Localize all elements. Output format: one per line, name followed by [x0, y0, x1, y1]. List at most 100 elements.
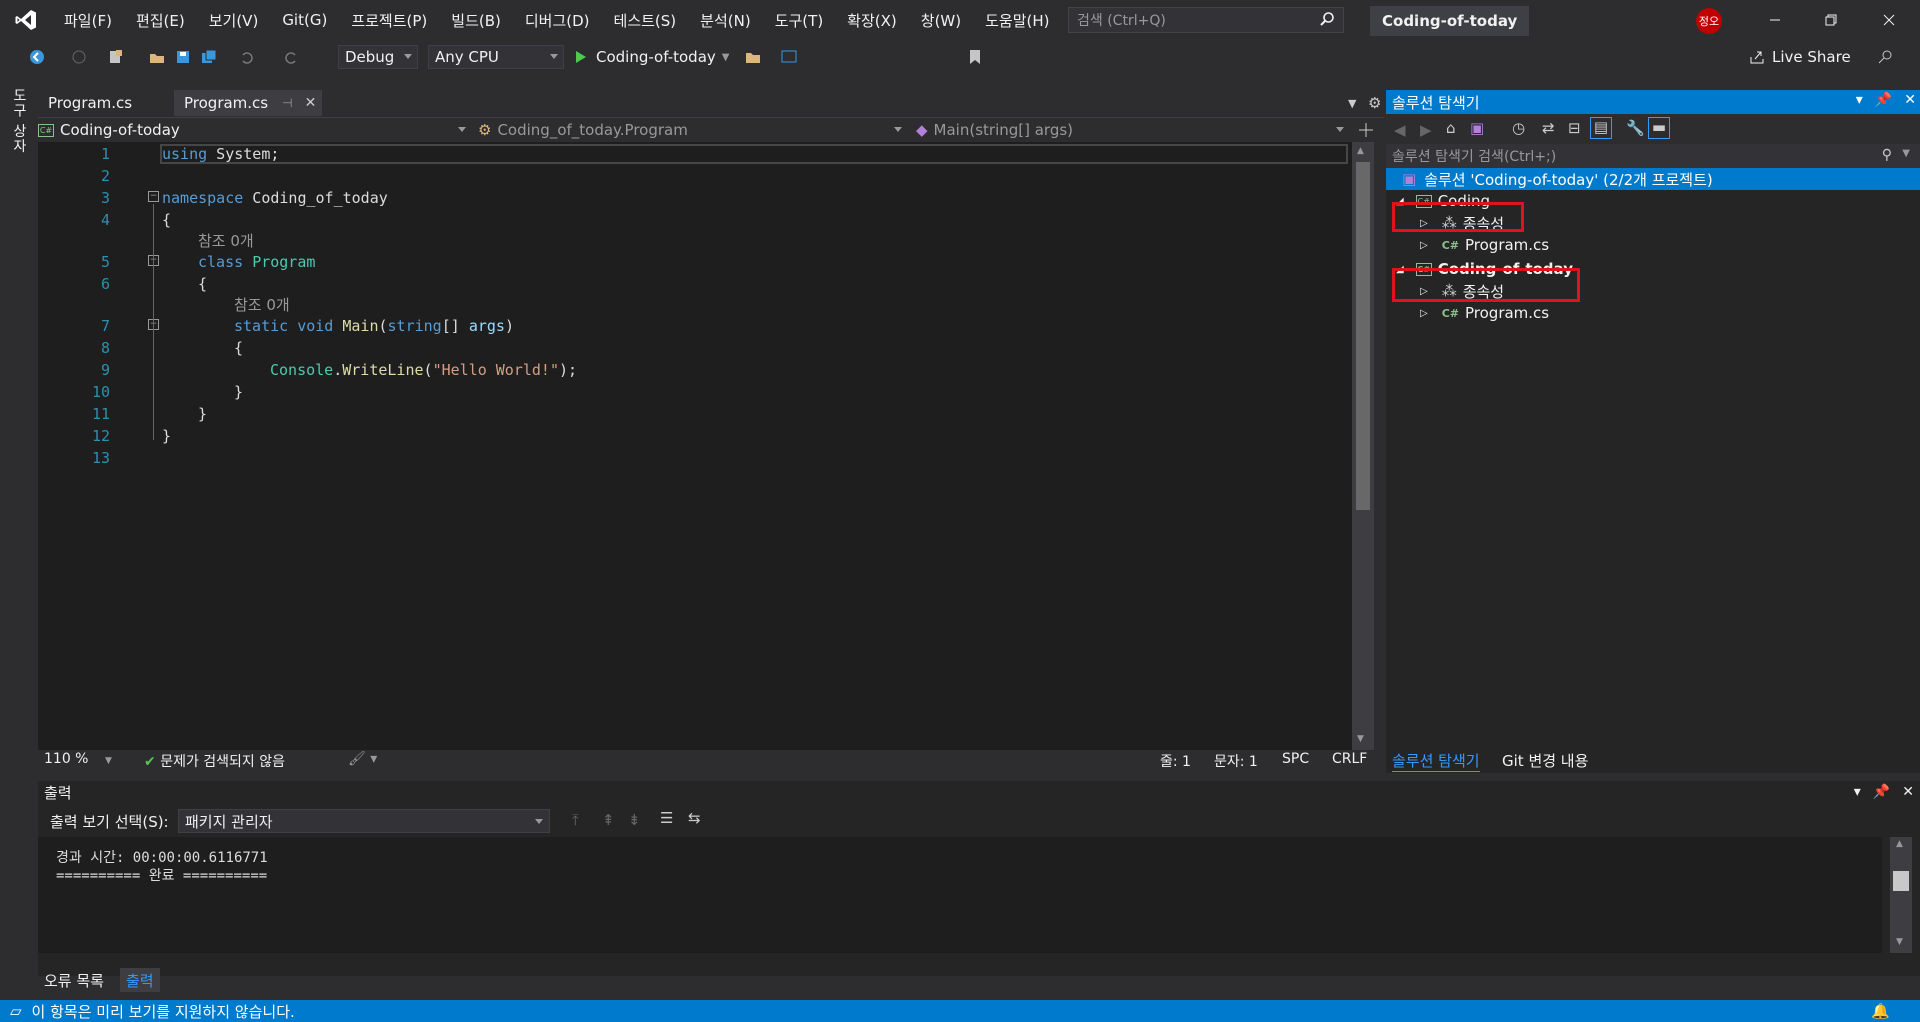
window-menu-icon[interactable]: ▾	[1854, 784, 1861, 800]
save-icon[interactable]	[174, 48, 192, 66]
live-share-button[interactable]: Live Share	[1748, 45, 1851, 69]
folder-search-icon[interactable]	[744, 48, 762, 66]
tab-git-changes[interactable]: Git 변경 내용	[1502, 750, 1588, 771]
feedback-icon[interactable]	[1876, 48, 1894, 66]
undo-icon[interactable]	[238, 48, 256, 66]
show-output-from-label: 출력 보기 선택(S):	[50, 813, 169, 831]
restore-icon[interactable]	[1808, 0, 1854, 40]
brace: {	[234, 339, 244, 357]
scroll-down-icon[interactable]: ▼	[1896, 937, 1903, 947]
show-all-files-icon[interactable]: ▤	[1590, 117, 1612, 139]
back-icon[interactable]	[28, 48, 46, 66]
tree-file-program-cs[interactable]: ▷ C# Program.cs	[1386, 234, 1920, 256]
prev-message-icon[interactable]: ⇞	[602, 811, 615, 829]
close-panel-icon[interactable]: ✕	[1904, 92, 1916, 108]
word-wrap-icon[interactable]: ⇆	[688, 809, 701, 827]
solution-platform-select[interactable]: Any CPU	[428, 45, 564, 69]
clear-all-icon[interactable]: ☰	[660, 809, 673, 827]
forward-icon[interactable]: ▶	[1420, 121, 1432, 139]
browser-icon[interactable]	[780, 48, 798, 66]
code-editor[interactable]: 1 2 3 4 5 6 7 8 9 10 11 12 13 − − − usin…	[38, 142, 1374, 750]
tab-error-list[interactable]: 오류 목록	[38, 968, 110, 992]
menu-debug[interactable]: 디버그(D)	[513, 0, 602, 40]
switch-views-icon[interactable]: ▣	[1470, 119, 1484, 137]
code-lens-references[interactable]: 참조 0개	[234, 294, 290, 315]
save-all-icon[interactable]	[200, 48, 218, 66]
find-message-icon[interactable]: ⤒	[572, 811, 579, 829]
open-file-icon[interactable]	[148, 48, 166, 66]
home-icon[interactable]: ⌂	[1446, 119, 1456, 137]
menu-project[interactable]: 프로젝트(P)	[339, 0, 439, 40]
auto-hide-pin-icon[interactable]: 📌	[1875, 92, 1892, 108]
output-line: 경과 시간: 00:00:00.6116771	[56, 850, 268, 866]
collapse-all-icon[interactable]: ⊟	[1568, 119, 1581, 137]
window-menu-icon[interactable]: ▾	[1856, 92, 1863, 108]
toolbox-tab[interactable]: 도구 상자	[9, 88, 29, 153]
menu-tools[interactable]: 도구(T)	[763, 0, 835, 40]
account-avatar[interactable]: 정오	[1696, 8, 1722, 34]
member-dropdown[interactable]: ◆ Main(string[] args)	[916, 118, 1350, 142]
redo-icon[interactable]	[282, 48, 300, 66]
forward-icon[interactable]	[70, 48, 88, 66]
code-cleanup-icon[interactable]: 🖌 ▾	[348, 751, 377, 767]
tab-program-cs-active[interactable]: Program.cs ⊣ ✕	[174, 90, 323, 116]
chevron-down-icon[interactable]: ▼	[1902, 148, 1910, 159]
bookmark-icon[interactable]	[966, 48, 984, 66]
close-tab-icon[interactable]: ✕	[305, 95, 317, 111]
tab-program-cs-coding[interactable]: Program.cs	[38, 90, 142, 116]
auto-hide-pin-icon[interactable]: 📌	[1873, 784, 1890, 800]
pin-icon[interactable]: ⊣	[282, 96, 292, 110]
properties-wrench-icon[interactable]: 🔧	[1626, 119, 1645, 137]
scroll-thumb[interactable]	[1356, 162, 1370, 510]
close-icon[interactable]	[1866, 0, 1912, 40]
pending-changes-filter-icon[interactable]: ◷	[1512, 119, 1525, 137]
notifications-bell-icon[interactable]: 🔔	[1871, 1002, 1890, 1020]
tree-file-program-cs[interactable]: ▷ C# Program.cs	[1386, 302, 1920, 324]
minimize-icon[interactable]	[1752, 0, 1798, 40]
tab-solution-explorer[interactable]: 솔루션 탐색기	[1392, 750, 1480, 772]
menu-git[interactable]: Git(G)	[270, 0, 339, 40]
next-message-icon[interactable]: ⇟	[628, 811, 641, 829]
back-icon[interactable]: ◀	[1394, 121, 1406, 139]
global-search-input[interactable]: 검색 (Ctrl+Q)	[1068, 7, 1344, 33]
solution-explorer-tab-strip: 솔루션 탐색기 Git 변경 내용	[1386, 750, 1920, 772]
code-line-10: }	[234, 383, 243, 401]
editor-vertical-scrollbar[interactable]: ▲ ▼	[1352, 142, 1374, 750]
new-item-icon[interactable]	[106, 48, 124, 66]
start-debugging-button[interactable]: Coding-of-today ▼	[572, 45, 729, 69]
close-panel-icon[interactable]: ✕	[1902, 784, 1914, 800]
menu-help[interactable]: 도움말(H)	[973, 0, 1061, 40]
collapsed-arrow-icon[interactable]: ▷	[1420, 308, 1428, 319]
sync-icon[interactable]: ⇄	[1542, 119, 1555, 137]
scroll-up-icon[interactable]: ▲	[1357, 146, 1364, 156]
output-text-area[interactable]: 경과 시간: 00:00:00.6116771 ========== 완료 ==…	[38, 837, 1882, 953]
brace: }	[234, 383, 244, 401]
solution-configuration-select[interactable]: Debug	[338, 45, 418, 69]
project-dropdown[interactable]: C# Coding-of-today	[38, 118, 472, 142]
solution-explorer-search-input[interactable]: 솔루션 탐색기 검색(Ctrl+;) ⚲ ▼	[1386, 144, 1920, 168]
menu-window[interactable]: 창(W)	[909, 0, 973, 40]
menu-analyze[interactable]: 분석(N)	[688, 0, 763, 40]
preview-selected-icon[interactable]: ▬	[1648, 117, 1670, 139]
menu-extensions[interactable]: 확장(X)	[835, 0, 909, 40]
menu-build[interactable]: 빌드(B)	[439, 0, 513, 40]
menu-file[interactable]: 파일(F)	[52, 0, 124, 40]
scroll-down-icon[interactable]: ▼	[1357, 734, 1364, 744]
menu-test[interactable]: 테스트(S)	[602, 0, 689, 40]
scroll-up-icon[interactable]: ▲	[1896, 839, 1903, 849]
zoom-select[interactable]: 110 % ▼	[44, 751, 112, 767]
output-vertical-scrollbar[interactable]: ▲ ▼	[1890, 837, 1912, 953]
collapsed-arrow-icon[interactable]: ▷	[1420, 240, 1428, 251]
collapse-namespace-icon[interactable]: −	[148, 191, 159, 202]
code-lens-references[interactable]: 참조 0개	[198, 230, 254, 251]
tree-solution-node[interactable]: ▣ 솔루션 'Coding-of-today' (2/2개 프로젝트)	[1386, 168, 1920, 190]
menu-view[interactable]: 보기(V)	[197, 0, 271, 40]
scroll-thumb[interactable]	[1893, 871, 1909, 891]
output-source-select[interactable]: 패키지 관리자	[178, 809, 550, 833]
menu-edit[interactable]: 편집(E)	[124, 0, 197, 40]
visual-studio-logo-icon[interactable]	[0, 0, 52, 40]
type-dropdown[interactable]: ⚙ Coding_of_today.Program	[478, 118, 908, 142]
issues-indicator[interactable]: ✔ 문제가 검색되지 않음	[144, 751, 285, 771]
tab-output[interactable]: 출력	[120, 968, 160, 992]
split-editor-icon[interactable]	[1354, 118, 1378, 142]
